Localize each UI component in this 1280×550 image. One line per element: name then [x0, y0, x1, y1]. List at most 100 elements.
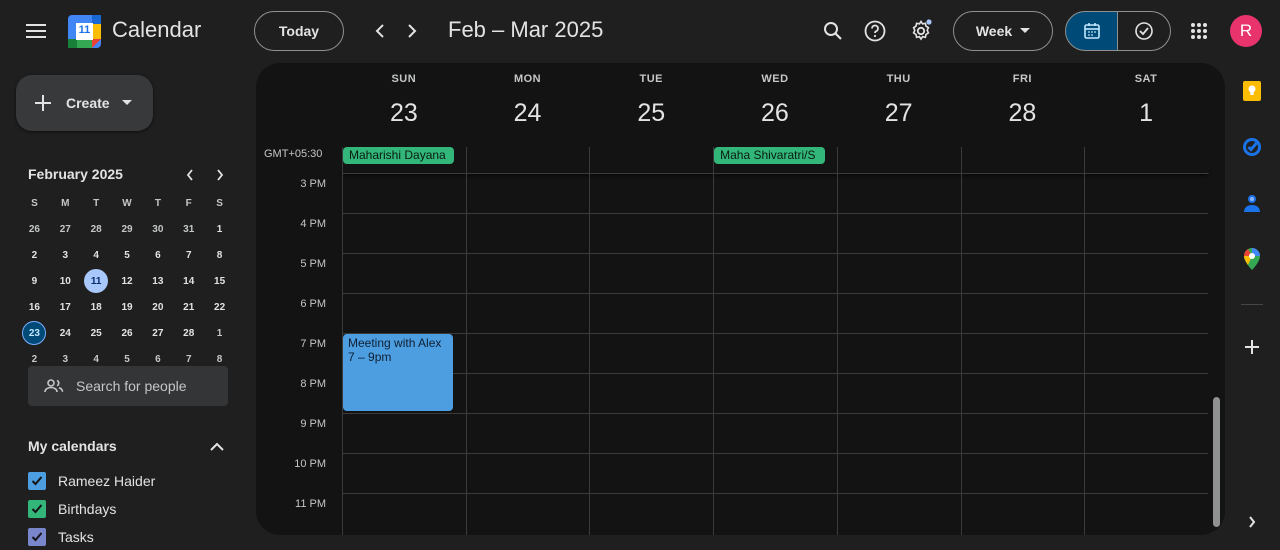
mini-calendar-day[interactable]: 17: [50, 295, 81, 319]
mini-calendar-day[interactable]: 16: [19, 295, 50, 319]
mini-calendar-day[interactable]: 1: [204, 217, 235, 241]
mini-calendar-day[interactable]: 30: [142, 217, 173, 241]
hour-gridline: [342, 493, 1208, 494]
mini-calendar-day[interactable]: 28: [81, 217, 112, 241]
mini-calendar-day[interactable]: 9: [19, 269, 50, 293]
mini-calendar-day[interactable]: 13: [142, 269, 173, 293]
today-button[interactable]: Today: [254, 11, 344, 51]
mini-calendar-day[interactable]: 7: [173, 243, 204, 267]
chevron-right-icon: [1249, 516, 1256, 528]
mini-calendar-day[interactable]: 28: [173, 321, 204, 345]
day-column-divider: [836, 147, 838, 535]
mini-calendar-day[interactable]: 27: [50, 217, 81, 241]
top-bar: 11 Calendar Today Feb – Mar 2025 Week R: [0, 0, 1280, 62]
my-calendars-collapse-button[interactable]: [206, 436, 228, 458]
day-header-number[interactable]: 28: [961, 99, 1085, 128]
calendar-checkbox[interactable]: [28, 500, 46, 518]
mini-calendar-day[interactable]: 26: [112, 321, 143, 345]
keep-button[interactable]: [1238, 77, 1266, 105]
mini-calendar-day[interactable]: 14: [173, 269, 204, 293]
mini-calendar-day[interactable]: 11: [81, 269, 112, 293]
get-add-ons-button[interactable]: [1238, 333, 1266, 361]
create-button[interactable]: Create: [16, 75, 153, 131]
main-menu-button[interactable]: [20, 15, 52, 47]
mini-calendar-day[interactable]: 22: [204, 295, 235, 319]
mini-calendar-day[interactable]: 5: [112, 243, 143, 267]
day-header[interactable]: TUE 25: [589, 73, 713, 128]
all-day-event[interactable]: Maharishi Dayana: [343, 147, 454, 164]
expand-side-panel-button[interactable]: [1238, 508, 1266, 536]
calendar-checkbox[interactable]: [28, 472, 46, 490]
hour-gridline: [342, 213, 1208, 214]
calendar-item[interactable]: Rameez Haider: [28, 472, 155, 490]
mini-calendar-day-number: 28: [183, 327, 195, 339]
mini-calendar-day[interactable]: 27: [142, 321, 173, 345]
calendar-item-label: Rameez Haider: [58, 473, 156, 489]
mini-calendar-day[interactable]: 26: [19, 217, 50, 241]
mini-calendar-day[interactable]: 10: [50, 269, 81, 293]
mini-calendar-next-button[interactable]: [209, 164, 231, 186]
chevron-left-icon: [375, 24, 384, 38]
next-week-button[interactable]: [396, 15, 428, 47]
calendar-view-toggle[interactable]: [1065, 11, 1118, 51]
mini-calendar-day[interactable]: 23: [19, 321, 50, 345]
google-apps-button[interactable]: [1181, 13, 1217, 49]
day-header[interactable]: SAT 1: [1084, 73, 1208, 128]
mini-calendar-day[interactable]: 6: [142, 243, 173, 267]
mini-calendar-day[interactable]: 8: [204, 243, 235, 267]
mini-calendar-day[interactable]: 24: [50, 321, 81, 345]
checkmark-icon: [31, 504, 43, 514]
mini-calendar-day[interactable]: 12: [112, 269, 143, 293]
mini-calendar-weekday: S: [216, 197, 223, 209]
mini-calendar-day-number: 21: [183, 301, 195, 313]
mini-calendar-day[interactable]: 15: [204, 269, 235, 293]
grid-scrollbar[interactable]: [1213, 397, 1220, 527]
contacts-button[interactable]: [1238, 189, 1266, 217]
search-people-input[interactable]: Search for people: [28, 366, 228, 406]
day-header-number[interactable]: 27: [837, 99, 961, 128]
day-header-number[interactable]: 24: [466, 99, 590, 128]
mini-calendar-day[interactable]: 2: [19, 243, 50, 267]
day-header-number[interactable]: 25: [589, 99, 713, 128]
view-selector-dropdown[interactable]: Week: [953, 11, 1053, 51]
mini-calendar-day[interactable]: 25: [81, 321, 112, 345]
mini-calendar-day[interactable]: 1: [204, 321, 235, 345]
all-day-event[interactable]: Maha Shivaratri/S: [714, 147, 826, 164]
calendar-item[interactable]: Tasks: [28, 528, 94, 546]
mini-calendar-day[interactable]: 21: [173, 295, 204, 319]
tasks-view-toggle[interactable]: [1117, 11, 1171, 51]
maps-button[interactable]: [1238, 245, 1266, 273]
mini-calendar-day[interactable]: 4: [81, 243, 112, 267]
mini-calendar-day-number: 28: [90, 223, 102, 235]
day-header-number[interactable]: 23: [342, 99, 466, 128]
mini-calendar-day-number: 19: [121, 301, 133, 313]
mini-calendar-day[interactable]: 29: [112, 217, 143, 241]
day-header[interactable]: FRI 28: [961, 73, 1085, 128]
mini-calendar-prev-button[interactable]: [179, 164, 201, 186]
day-header[interactable]: MON 24: [466, 73, 590, 128]
mini-calendar-day[interactable]: 31: [173, 217, 204, 241]
hour-label: 7 PM: [300, 338, 326, 350]
day-header[interactable]: THU 27: [837, 73, 961, 128]
mini-calendar-day[interactable]: 19: [112, 295, 143, 319]
settings-button[interactable]: [903, 13, 939, 49]
mini-calendar-day[interactable]: 3: [50, 243, 81, 267]
mini-calendar-day[interactable]: 20: [142, 295, 173, 319]
day-header[interactable]: SUN 23: [342, 73, 466, 128]
day-header-number[interactable]: 1: [1084, 99, 1208, 128]
tasks-button[interactable]: [1238, 133, 1266, 161]
search-button[interactable]: [815, 13, 851, 49]
account-avatar[interactable]: R: [1230, 15, 1262, 47]
hour-gridline: [342, 173, 1208, 174]
mini-calendar-day[interactable]: 18: [81, 295, 112, 319]
calendar-checkbox[interactable]: [28, 528, 46, 546]
day-header[interactable]: WED 26: [713, 73, 837, 128]
help-button[interactable]: [857, 13, 893, 49]
day-header-number[interactable]: 26: [713, 99, 837, 128]
calendar-item[interactable]: Birthdays: [28, 500, 116, 518]
my-calendars-title[interactable]: My calendars: [28, 438, 117, 454]
mini-calendar-week-row: 23 24 25 26 27 28 1: [19, 320, 235, 346]
calendar-logo[interactable]: 11: [68, 15, 101, 48]
calendar-event[interactable]: Meeting with Alex 7 – 9pm: [343, 334, 453, 411]
previous-week-button[interactable]: [364, 15, 396, 47]
